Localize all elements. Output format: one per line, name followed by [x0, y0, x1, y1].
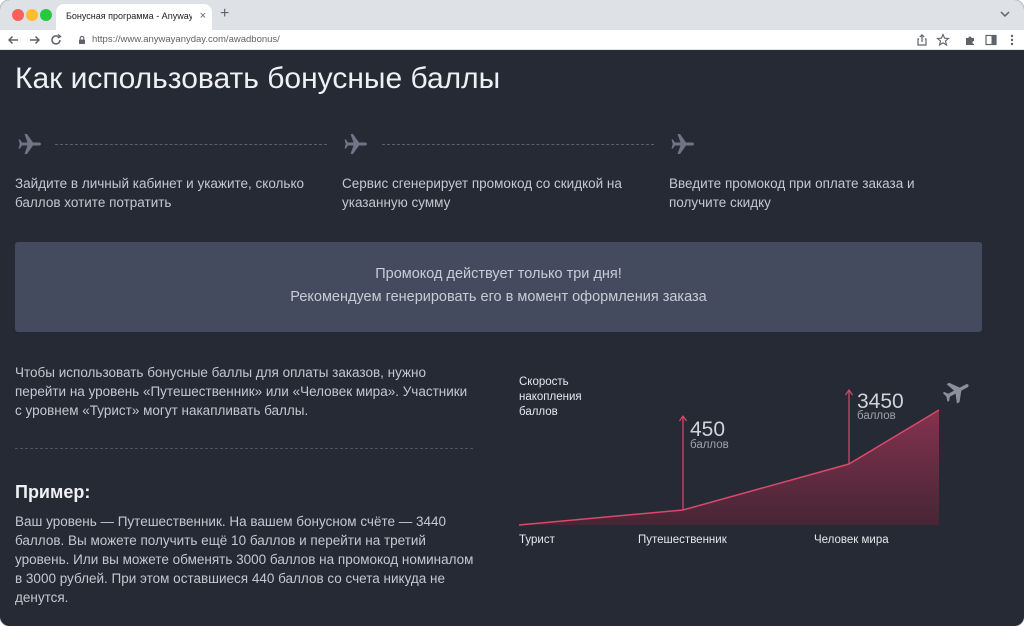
step-3-text: Введите промокод при оплате заказа и пол… [669, 176, 915, 210]
notice-line-2: Рекомендуем генерировать его в момент оф… [290, 289, 707, 305]
plane-icon [18, 134, 41, 154]
section-divider [15, 448, 473, 449]
example-heading: Пример: [15, 482, 91, 502]
url-text: https://www.anywayanyday.com/awadbonus/ [92, 34, 280, 45]
step-divider [55, 144, 327, 145]
x-tick-label: Человек мира [814, 534, 889, 546]
extensions-icon[interactable] [963, 33, 977, 47]
step-2-text: Сервис сгенерирует промокод со скидкой н… [342, 176, 622, 210]
forward-arrow-icon[interactable] [28, 33, 42, 47]
notice-line-1: Промокод действует только три дня! [375, 266, 622, 282]
marker-value: 450 [690, 418, 725, 441]
page-title: Как использовать бонусные баллы [15, 62, 501, 95]
x-tick-label: Путешественник [638, 534, 728, 546]
chart-area [519, 410, 939, 525]
share-icon[interactable] [915, 33, 929, 47]
new-tab-button[interactable]: + [220, 5, 229, 23]
more-menu-icon[interactable] [1005, 33, 1019, 47]
tab-close-icon[interactable]: × [200, 9, 206, 23]
promo-notice: Промокод действует только три дня! Реком… [15, 242, 982, 332]
close-window-button[interactable] [12, 9, 24, 21]
chevron-down-icon[interactable] [998, 7, 1012, 21]
chart-title-line: накопления [519, 391, 582, 403]
points-accumulation-chart: Скорость накопления баллов 450 баллов 34… [518, 376, 969, 546]
levels-paragraph: Чтобы использовать бонусные баллы для оп… [15, 365, 468, 418]
minimize-window-button[interactable] [26, 9, 38, 21]
example-paragraph: Ваш уровень — Путешественник. На вашем б… [15, 514, 474, 605]
plane-icon [344, 134, 367, 154]
chart-title-line: Скорость [519, 376, 569, 388]
address-bar[interactable]: https://www.anywayanyday.com/awadbonus/ [72, 32, 954, 48]
plane-icon [671, 134, 694, 154]
plane-icon [942, 382, 969, 404]
page-content: Как использовать бонусные баллы Зайдите … [0, 50, 1024, 626]
marker-unit: баллов [690, 439, 729, 451]
marker-unit: баллов [857, 410, 896, 422]
chart-title-line: баллов [519, 406, 558, 418]
tab-title: Бонусная программа - Anywayanyday [66, 11, 192, 21]
browser-window: Бонусная программа - Anywayanyday × + ht… [0, 0, 1024, 626]
browser-toolbar: https://www.anywayanyday.com/awadbonus/ [0, 30, 1024, 50]
back-arrow-icon[interactable] [6, 33, 20, 47]
reload-icon[interactable] [49, 33, 63, 47]
tab-bar: Бонусная программа - Anywayanyday × + [0, 0, 1024, 30]
sidebar-icon[interactable] [984, 33, 998, 47]
star-icon[interactable] [936, 33, 950, 47]
step-divider [382, 144, 654, 145]
step-1-text: Зайдите в личный кабинет и укажите, скол… [15, 176, 305, 210]
browser-tab[interactable]: Бонусная программа - Anywayanyday × [56, 4, 212, 30]
lock-icon [79, 35, 85, 44]
maximize-window-button[interactable] [40, 9, 52, 21]
x-tick-label: Турист [519, 534, 556, 546]
